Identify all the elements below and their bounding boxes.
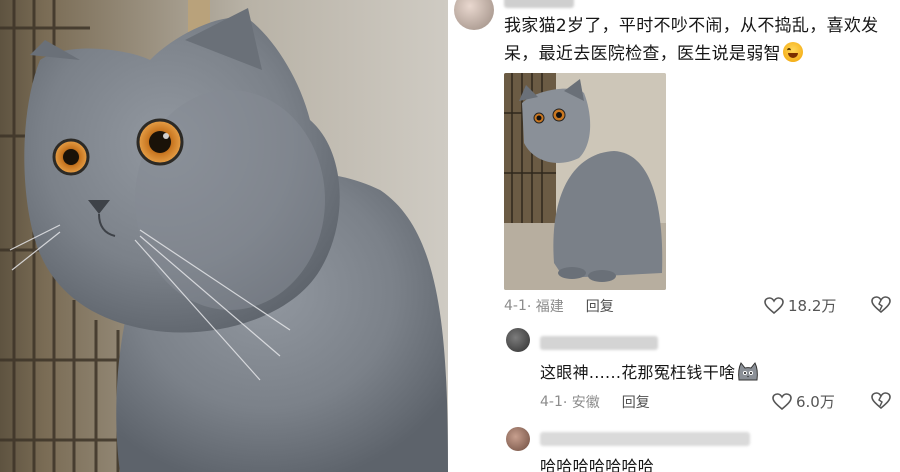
rofl-emoji-icon [782,42,803,62]
post-text: 我家猫2岁了，平时不吵不闹，从不捣乱，喜欢发呆，最近去医院检查，医生说是弱智 [504,12,896,68]
cat-photo[interactable] [0,0,448,472]
cat-thumbnail-illustration [504,73,666,290]
broken-heart-icon [871,296,891,314]
post-like-count: 18.2万 [788,297,837,315]
post-body: 我家猫2岁了，平时不吵不闹，从不捣乱，喜欢发呆，最近去医院检查，医生说是弱智 [504,16,879,64]
heart-icon [772,392,792,410]
cat-face-emoji-icon [738,362,759,381]
post-reply-button[interactable]: 回复 [586,296,614,316]
post-dislike-button[interactable] [871,296,891,318]
post-like-button[interactable]: 18.2万 [764,295,836,316]
reply-1-avatar[interactable] [506,328,530,352]
post-date: 4-1 [504,298,527,314]
comment-thread: 我家猫2岁了，平时不吵不闹，从不捣乱，喜欢发呆，最近去医院检查，医生说是弱智 4… [448,0,900,472]
reply-1-meta: 4-1 · 安徽 回复 [540,391,650,413]
reply-2-text: 哈哈哈哈哈哈哈 [540,457,655,472]
reply-1-body: 这眼神......花那冤枉钱干啥 [540,363,736,382]
reply-1-text: 这眼神......花那冤枉钱干啥 [540,362,759,384]
post-avatar[interactable] [454,0,494,30]
broken-heart-icon [871,392,891,410]
reply-1-like-count: 6.0万 [796,393,835,411]
reply-1-dislike-button[interactable] [871,392,891,414]
post-username-blurred [504,0,574,8]
reply-1-date: 4-1 [540,394,563,410]
post-image-thumbnail[interactable] [504,73,666,290]
heart-icon [764,296,784,314]
reply-1-username-blurred [540,336,658,350]
post-location: · 福建 [526,299,564,315]
reply-2-avatar[interactable] [506,427,530,451]
reply-1-location: · 安徽 [562,395,600,411]
cat-photo-illustration [0,0,448,472]
post-meta: 4-1 · 福建 回复 [504,295,614,317]
reply-1-like-button[interactable]: 6.0万 [772,391,835,412]
reply-1-reply-button[interactable]: 回复 [622,392,650,412]
reply-2-username-blurred [540,432,750,446]
